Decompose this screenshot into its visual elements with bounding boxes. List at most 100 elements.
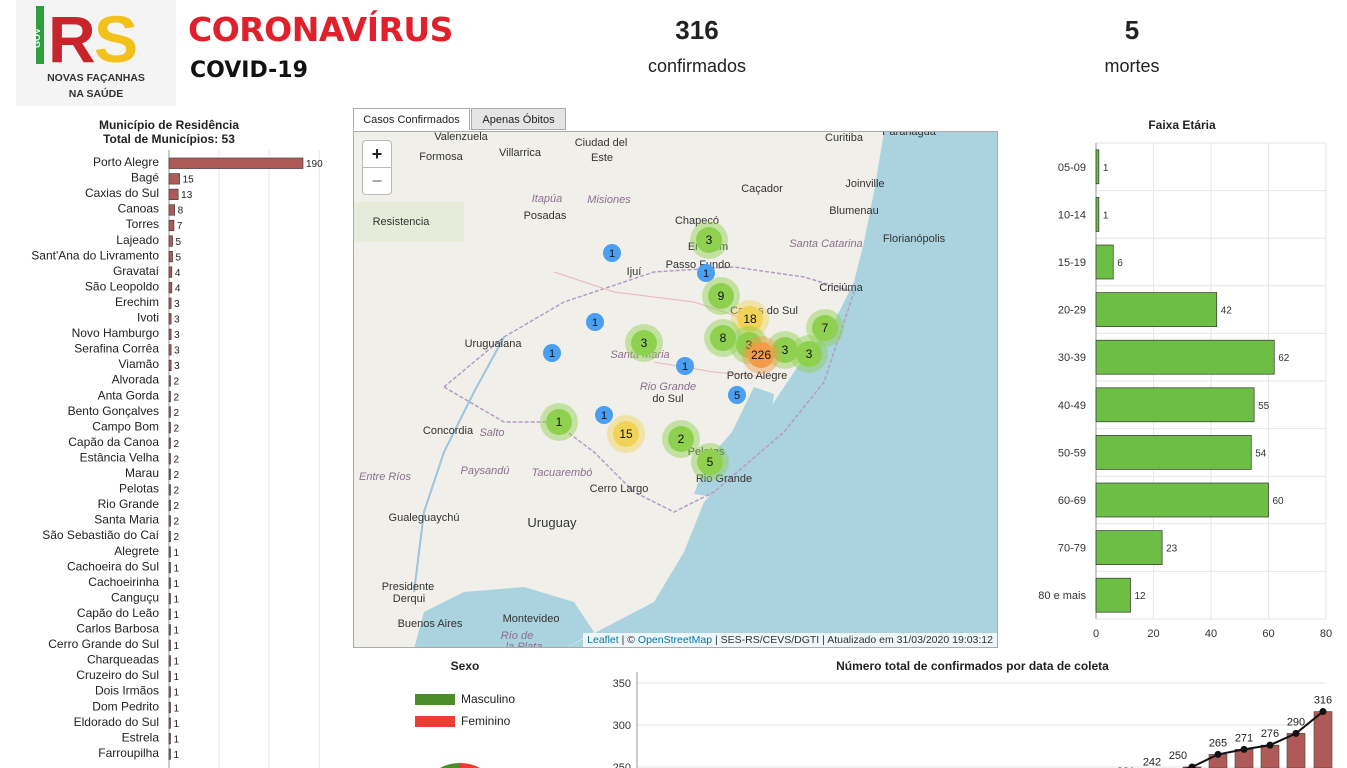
age-bar bbox=[1095, 577, 1131, 613]
age-bar bbox=[1095, 339, 1275, 375]
muni-label: Gravataí bbox=[113, 264, 160, 278]
map-place-label: Presidente bbox=[382, 581, 435, 593]
muni-bar bbox=[168, 297, 172, 309]
muni-value: 1 bbox=[174, 672, 180, 683]
age-bar bbox=[1095, 387, 1255, 423]
age-category-label: 40-49 bbox=[1058, 400, 1086, 412]
age-tick-label: 0 bbox=[1093, 628, 1099, 640]
muni-value: 1 bbox=[174, 594, 180, 605]
map-place-label: Gualeguaychú bbox=[389, 512, 460, 524]
muni-value: 3 bbox=[174, 361, 180, 372]
muni-label: Serafina Corrêa bbox=[74, 342, 159, 356]
zoom-out-button[interactable]: − bbox=[362, 167, 392, 195]
date-value-label: 290 bbox=[1287, 716, 1305, 728]
attribution-text: | SES-RS/CEVS/DGTI | Atualizado em 31/03… bbox=[712, 634, 993, 646]
age-bar-chart: 0 20 40 60 80 05-09 1 10-14 1 15-19 6 20-29 42 30-39 6… bbox=[1038, 142, 1332, 640]
muni-label: Alvorada bbox=[112, 373, 160, 387]
zoom-in-button[interactable]: + bbox=[362, 140, 392, 168]
muni-bar bbox=[168, 593, 171, 605]
map-place-label: Misiones bbox=[587, 194, 631, 206]
muni-bar bbox=[168, 499, 171, 511]
muni-label: Carlos Barbosa bbox=[76, 622, 159, 636]
muni-bar bbox=[168, 701, 171, 714]
muni-bar bbox=[168, 235, 173, 247]
muni-value: 2 bbox=[174, 392, 180, 403]
confirmed-label: confirmados bbox=[647, 56, 747, 76]
map-place-label: Entre Ríos bbox=[359, 471, 411, 483]
muni-bar bbox=[168, 437, 171, 449]
map-place-label: Uruguaiana bbox=[465, 338, 523, 350]
attribution-sep: | © bbox=[618, 634, 638, 646]
muni-bar bbox=[168, 173, 180, 185]
muni-bar bbox=[168, 686, 171, 698]
date-value-label: 250 bbox=[1169, 750, 1187, 762]
map-place-label: Uruguay bbox=[527, 515, 577, 530]
legend-male-swatch bbox=[415, 694, 455, 705]
case-marker-label: 1 bbox=[609, 248, 615, 260]
muni-label: Viamão bbox=[119, 357, 160, 371]
map-place-label: Resistencia bbox=[373, 216, 431, 228]
map-place-label: Villarrica bbox=[499, 147, 542, 159]
age-chart-title: Faixa Etária bbox=[1148, 118, 1216, 132]
muni-bar bbox=[168, 204, 175, 216]
muni-label: Ivoti bbox=[137, 311, 159, 325]
map-place-label: Salto bbox=[479, 427, 504, 439]
muni-value: 2 bbox=[174, 470, 180, 481]
muni-label: São Leopoldo bbox=[85, 279, 159, 293]
muni-bar bbox=[168, 359, 172, 371]
muni-bar bbox=[168, 313, 172, 325]
sex-pie-chart bbox=[440, 762, 480, 768]
age-category-label: 60-69 bbox=[1058, 495, 1086, 507]
date-value-label: 316 bbox=[1314, 695, 1332, 707]
sex-chart-title: Sexo bbox=[450, 659, 480, 673]
muni-value: 2 bbox=[174, 486, 180, 497]
age-value: 42 bbox=[1221, 306, 1233, 317]
map-place-label: Concordia bbox=[423, 425, 474, 437]
age-tick-label: 80 bbox=[1320, 628, 1332, 640]
age-category-label: 20-29 bbox=[1058, 305, 1086, 317]
age-value: 6 bbox=[1117, 258, 1123, 269]
muni-value: 13 bbox=[181, 190, 193, 201]
map-place-label: Criciúma bbox=[819, 282, 863, 294]
osm-link[interactable]: OpenStreetMap bbox=[638, 634, 712, 646]
muni-value: 3 bbox=[174, 330, 180, 341]
tab-confirmed-cases[interactable]: Casos Confirmados bbox=[353, 108, 470, 130]
muni-bar bbox=[168, 484, 171, 496]
date-tick-label: 300 bbox=[613, 720, 631, 732]
cluster-label: 2 bbox=[678, 432, 685, 446]
muni-bar bbox=[168, 282, 173, 294]
muni-bar bbox=[168, 561, 171, 574]
muni-value: 2 bbox=[174, 377, 180, 388]
municipal-chart-subtitle: Total de Municípios: 53 bbox=[103, 132, 235, 146]
muni-label: Torres bbox=[126, 217, 159, 231]
age-value: 60 bbox=[1273, 496, 1285, 507]
logo-line2: NA SAÚDE bbox=[68, 88, 124, 100]
age-category-label: 70-79 bbox=[1058, 543, 1086, 555]
muni-label: Bagé bbox=[131, 171, 159, 185]
map-canvas[interactable]: Valenzuela Ciudad del Este Curitiba Paranagu… bbox=[354, 132, 998, 648]
date-tick-label: 350 bbox=[613, 678, 631, 690]
muni-value: 1 bbox=[174, 610, 180, 621]
muni-value: 4 bbox=[175, 283, 181, 294]
muni-label: Santa Maria bbox=[94, 513, 159, 527]
muni-label: Capão da Canoa bbox=[68, 435, 159, 449]
cluster-label: 5 bbox=[707, 455, 714, 469]
cluster-label: 15 bbox=[619, 427, 633, 441]
muni-value: 8 bbox=[178, 206, 184, 217]
map-place-label: Blumenau bbox=[829, 205, 879, 217]
muni-label: São Sebastião do Caí bbox=[42, 528, 159, 542]
legend-male-label: Masculino bbox=[461, 692, 516, 706]
tab-deaths-only[interactable]: Apenas Óbitos bbox=[471, 108, 566, 130]
muni-value: 1 bbox=[174, 579, 180, 590]
muni-bar bbox=[168, 344, 172, 356]
cluster-label: 1 bbox=[556, 415, 563, 429]
map-place-label: Florianópolis bbox=[883, 233, 946, 245]
muni-label: Erechim bbox=[115, 295, 159, 309]
muni-bar bbox=[168, 733, 171, 745]
map-place-label: Cerro Largo bbox=[590, 483, 649, 495]
map[interactable]: Valenzuela Ciudad del Este Curitiba Paranagu… bbox=[353, 131, 998, 648]
muni-value: 1 bbox=[174, 703, 180, 714]
leaflet-link[interactable]: Leaflet bbox=[587, 634, 619, 646]
age-bar bbox=[1095, 435, 1252, 470]
age-value: 12 bbox=[1135, 591, 1147, 602]
